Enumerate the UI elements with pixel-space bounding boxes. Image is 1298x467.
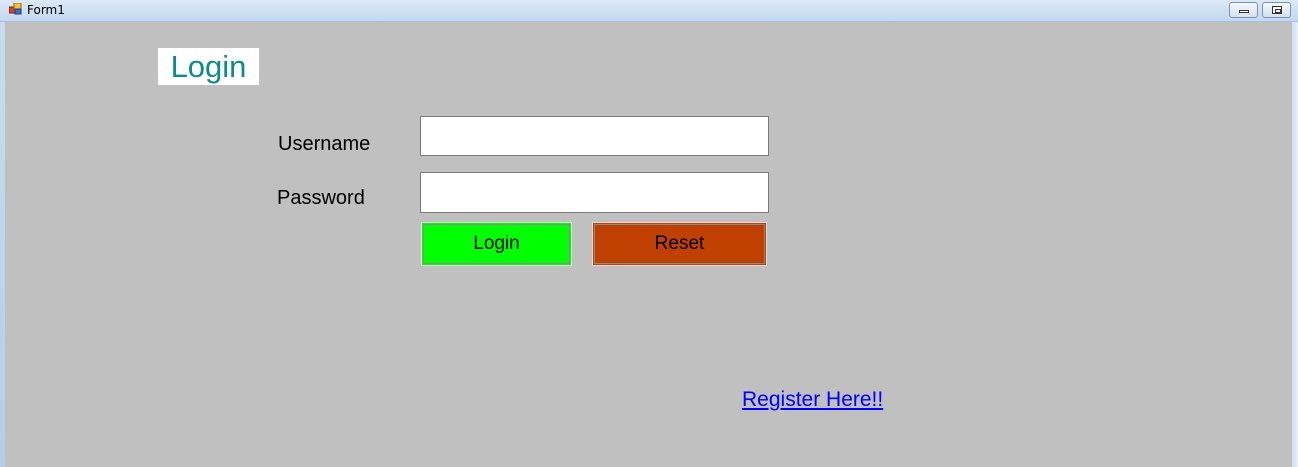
login-button[interactable]: Login (421, 222, 572, 266)
password-label: Password (277, 187, 365, 209)
username-field[interactable] (420, 116, 769, 156)
restore-icon (1272, 6, 1282, 14)
username-label: Username (278, 133, 371, 155)
title-bar[interactable]: Form1 (0, 0, 1298, 22)
minimize-button[interactable] (1229, 2, 1258, 18)
winforms-app-icon (9, 3, 22, 15)
app-window: Form1 Login Username Password Login Rese… (0, 0, 1298, 467)
register-link[interactable]: Register Here!! (742, 388, 883, 412)
restore-button[interactable] (1262, 2, 1291, 18)
page-title: Login (158, 48, 259, 85)
reset-button[interactable]: Reset (592, 222, 767, 266)
window-right-border (1292, 22, 1298, 467)
window-title: Form1 (27, 3, 65, 17)
form-client-area: Login Username Password Login Reset Regi… (5, 22, 1292, 467)
minimize-icon (1239, 10, 1249, 13)
password-field[interactable] (420, 172, 769, 213)
